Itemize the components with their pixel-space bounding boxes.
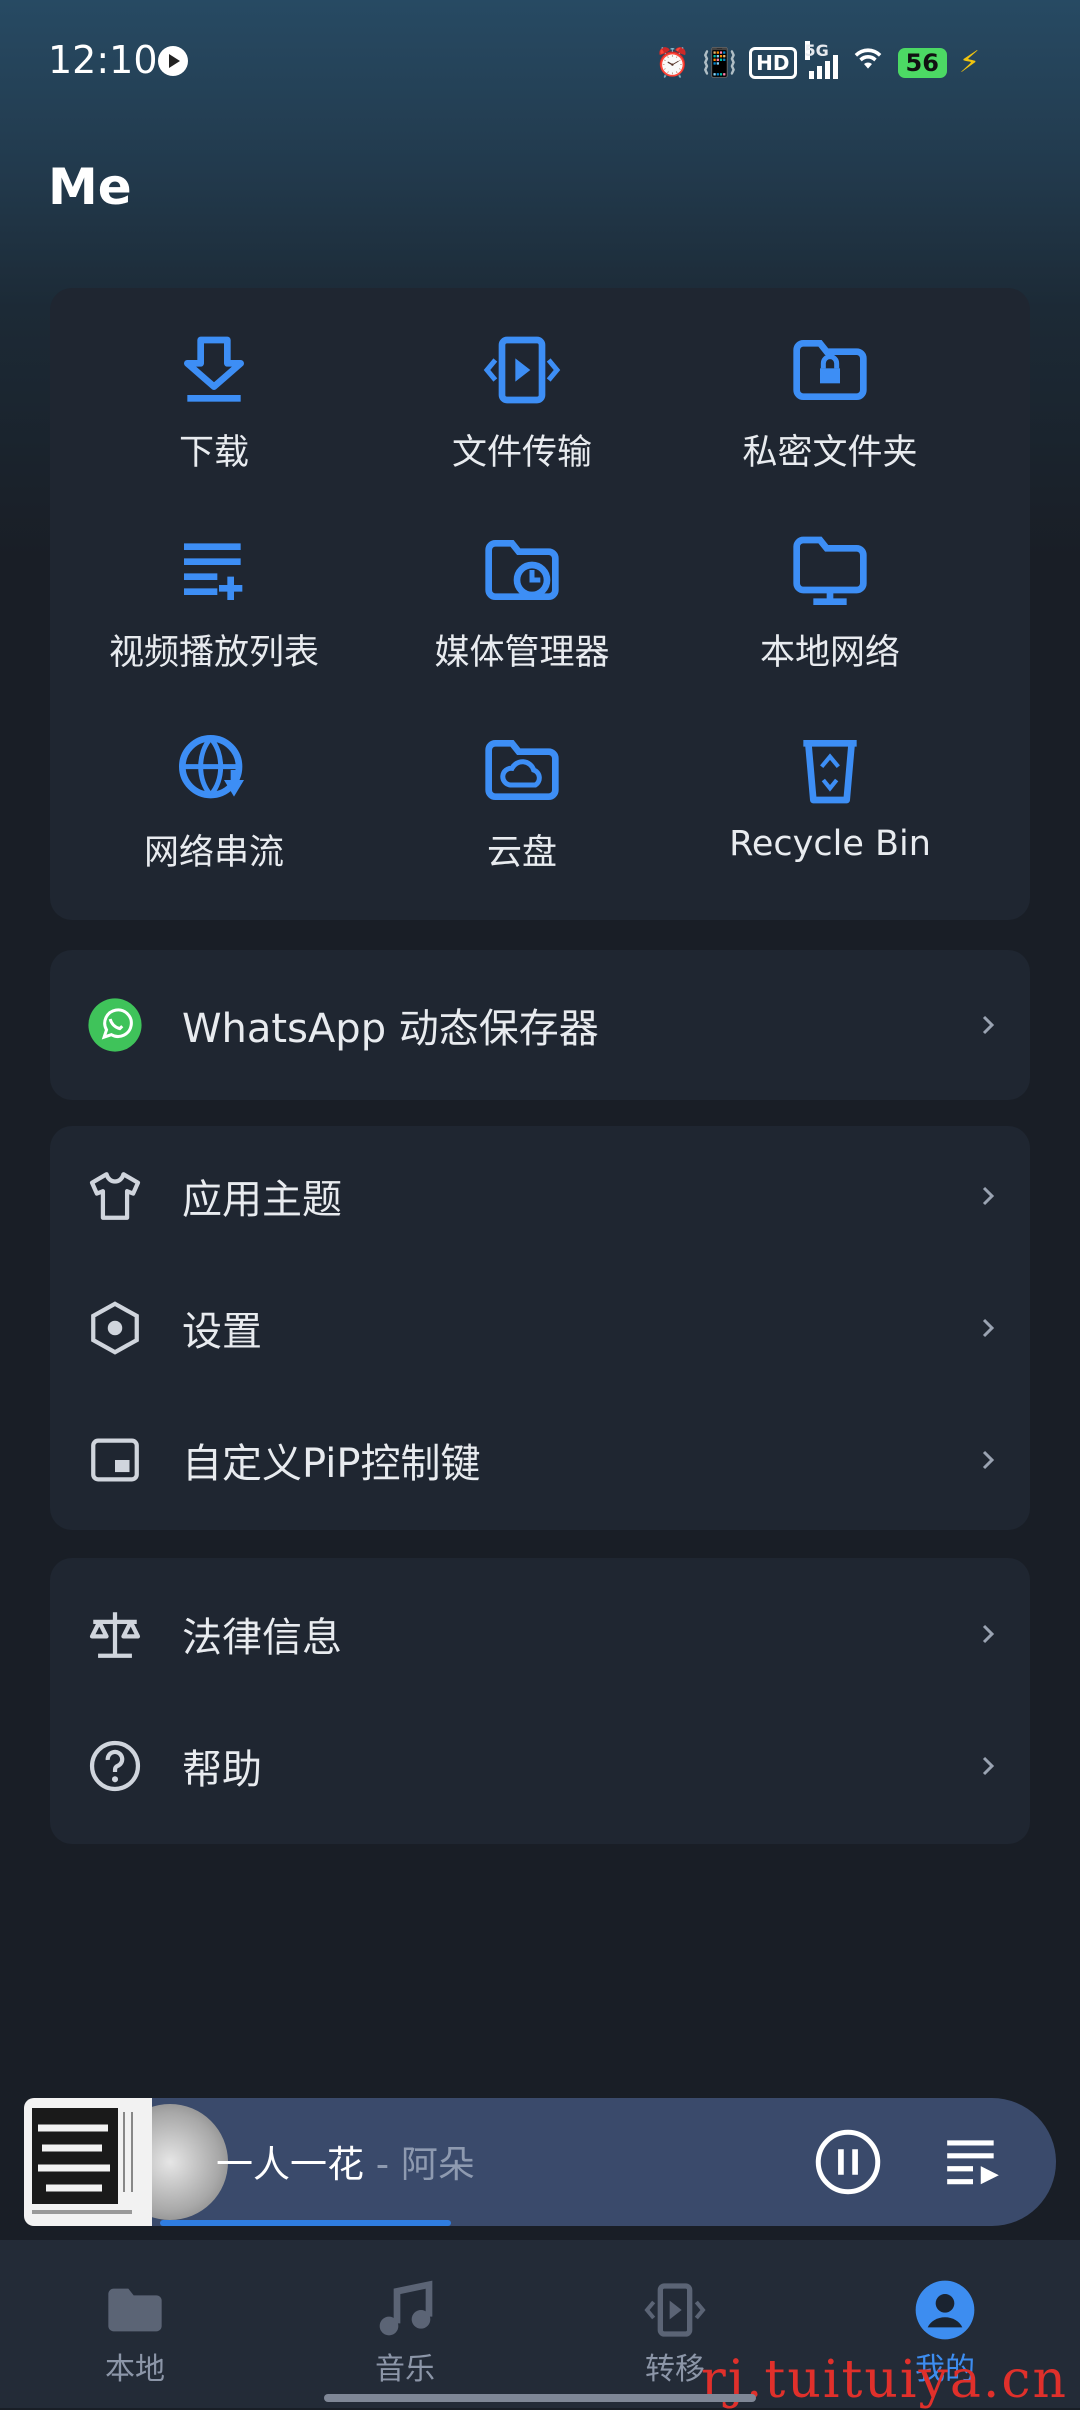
pause-icon[interactable] — [814, 2128, 882, 2196]
chevron-right-icon — [976, 1184, 1000, 1208]
charging-icon: ⚡ — [958, 45, 980, 80]
signal-icon: 5G — [804, 40, 838, 79]
nav-label: 本地 — [105, 2352, 165, 2387]
nav-label: 音乐 — [375, 2352, 435, 2387]
pip-icon — [82, 1427, 148, 1493]
grid-label: 媒体管理器 — [434, 633, 610, 673]
row-label: 应用主题 — [182, 1177, 342, 1223]
hd-badge: HD — [749, 46, 797, 79]
media-playing-icon — [158, 46, 188, 76]
video-playlist-icon — [184, 543, 243, 600]
whatsapp-card: WhatsApp 动态保存器 — [50, 950, 1030, 1100]
whatsapp-status-saver-row[interactable]: WhatsApp 动态保存器 — [50, 959, 1030, 1091]
download-icon — [184, 336, 245, 402]
row-legal-info[interactable]: 法律信息 — [50, 1568, 1030, 1700]
local-network-icon — [793, 536, 867, 605]
help-icon — [82, 1733, 148, 1799]
album-art[interactable] — [24, 2098, 152, 2226]
chevron-right-icon — [976, 1448, 1000, 1472]
nav-music[interactable]: 音乐 — [270, 2240, 540, 2408]
battery-level: 56 — [897, 47, 947, 78]
grid-label: 文件传输 — [451, 433, 592, 473]
chevron-right-icon — [976, 1754, 1000, 1778]
status-bar: 12:10 ⏰ 📳 HD 5G 56 ⚡ — [0, 0, 1080, 124]
media-manager-icon — [485, 540, 559, 600]
grid-label: 私密文件夹 — [742, 433, 918, 473]
page-title: Me — [48, 158, 132, 216]
wifi-icon — [850, 42, 886, 83]
song-separator: - — [364, 2143, 401, 2186]
chevron-right-icon — [976, 1013, 1000, 1037]
chevron-right-icon — [976, 1622, 1000, 1646]
vibrate-icon: 📳 — [702, 45, 738, 79]
grid-label: 云盘 — [486, 833, 557, 873]
preferences-card: 应用主题 设置 自定义PiP控制键 — [50, 1126, 1030, 1530]
file-transfer-icon — [483, 336, 561, 404]
cloud-drive-icon — [485, 740, 559, 800]
row-label: WhatsApp 动态保存器 — [182, 1006, 599, 1052]
grid-item-network-stream[interactable]: 网络串流 — [60, 688, 368, 888]
now-playing: 一人一花 - 阿朵 — [216, 2134, 475, 2188]
row-label: 法律信息 — [182, 1615, 342, 1661]
status-time: 12:10 — [48, 38, 158, 82]
nav-label: 转移 — [645, 2352, 705, 2387]
grid-label: 网络串流 — [143, 833, 284, 873]
network-type: 5G — [804, 40, 829, 60]
playback-progress-fill — [160, 2220, 451, 2226]
grid-item-private-folder[interactable]: 私密文件夹 — [676, 288, 984, 488]
row-pip-controls[interactable]: 自定义PiP控制键 — [50, 1394, 1030, 1526]
private-folder-icon — [793, 340, 867, 400]
profile-icon — [915, 2280, 975, 2340]
shirt-icon — [82, 1163, 148, 1229]
song-title: 一人一花 — [216, 2143, 364, 2186]
grid-label: 视频播放列表 — [108, 633, 319, 673]
row-settings[interactable]: 设置 — [50, 1262, 1030, 1394]
legal-card: 法律信息 帮助 — [50, 1558, 1030, 1844]
grid-label: Recycle Bin — [729, 824, 931, 864]
row-label: 帮助 — [182, 1747, 262, 1793]
song-artist: 阿朵 — [400, 2143, 475, 2186]
row-help[interactable]: 帮助 — [50, 1700, 1030, 1832]
queue-icon[interactable] — [942, 2130, 1004, 2192]
nav-local[interactable]: 本地 — [0, 2240, 270, 2408]
grid-label: 下载 — [178, 433, 249, 473]
watermark: rj.tuituiya.cn — [700, 2350, 1068, 2410]
playback-progress — [160, 2220, 990, 2226]
folder-icon — [108, 2288, 162, 2332]
recycle-bin-icon — [803, 740, 857, 804]
grid-item-cloud-drive[interactable]: 云盘 — [368, 688, 676, 888]
scale-icon — [82, 1601, 148, 1667]
music-note-icon — [379, 2280, 433, 2336]
network-stream-icon — [179, 735, 244, 799]
grid-item-file-transfer[interactable]: 文件传输 — [368, 288, 676, 488]
grid-label: 本地网络 — [759, 633, 900, 673]
settings-hexagon-icon — [82, 1295, 148, 1361]
home-indicator[interactable] — [324, 2394, 756, 2402]
mini-player[interactable]: 一人一花 - 阿朵 — [24, 2098, 1056, 2226]
row-app-theme[interactable]: 应用主题 — [50, 1130, 1030, 1262]
status-icons: ⏰ 📳 HD 5G 56 ⚡ — [655, 40, 980, 83]
whatsapp-icon — [82, 992, 148, 1058]
grid-item-recycle-bin[interactable]: Recycle Bin — [676, 688, 984, 888]
grid-item-media-manager[interactable]: 媒体管理器 — [368, 488, 676, 688]
alarm-icon: ⏰ — [655, 45, 691, 79]
grid-item-video-playlist[interactable]: 视频播放列表 — [60, 488, 368, 688]
transfer-icon — [644, 2283, 706, 2337]
chevron-right-icon — [976, 1316, 1000, 1340]
row-label: 设置 — [182, 1309, 262, 1355]
grid-item-local-network[interactable]: 本地网络 — [676, 488, 984, 688]
grid-item-download[interactable]: 下载 — [60, 288, 368, 488]
features-card: 下载 文件传输 私密文件夹 视频播放列表 媒体管理器 本地网络 网络串流 云盘 — [50, 288, 1030, 920]
row-label: 自定义PiP控制键 — [182, 1441, 481, 1487]
